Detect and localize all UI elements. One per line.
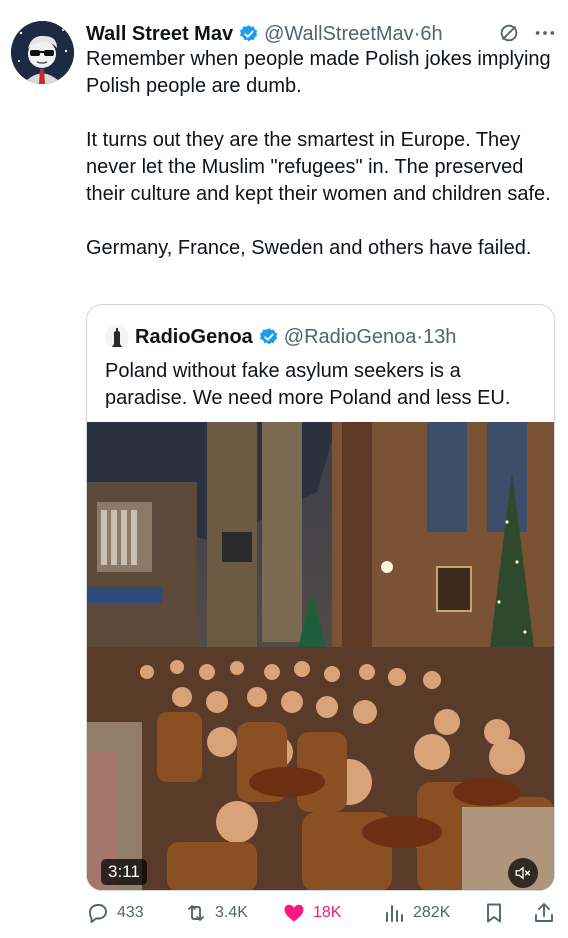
views-button[interactable]: 282K bbox=[382, 901, 450, 925]
mute-icon bbox=[515, 866, 531, 880]
video-thumbnail bbox=[87, 422, 554, 890]
tweet-header: Wall Street Mav @WallStreetMav·6h bbox=[86, 19, 556, 49]
mute-button[interactable] bbox=[508, 858, 538, 888]
video-duration: 3:11 bbox=[101, 859, 147, 885]
reply-count: 433 bbox=[117, 904, 144, 921]
retweet-icon bbox=[188, 905, 204, 921]
views-count: 282K bbox=[413, 904, 451, 921]
author-handle-time[interactable]: @WallStreetMav·6h bbox=[264, 23, 443, 46]
quote-author-name[interactable]: RadioGenoa bbox=[135, 326, 253, 349]
more-icon[interactable] bbox=[534, 22, 556, 44]
like-count: 18K bbox=[313, 904, 342, 921]
reply-button[interactable]: 433 bbox=[86, 901, 144, 925]
quoted-tweet[interactable]: RadioGenoa @RadioGenoa·13h Poland withou… bbox=[86, 304, 555, 891]
retweet-button[interactable]: 3.4K bbox=[184, 901, 248, 925]
bookmark-button[interactable] bbox=[482, 901, 513, 925]
author-name[interactable]: Wall Street Mav bbox=[86, 23, 233, 46]
verified-badge-icon bbox=[240, 25, 258, 42]
retweet-count: 3.4K bbox=[215, 904, 248, 921]
reply-icon bbox=[89, 904, 107, 923]
header-actions bbox=[498, 22, 556, 44]
tweet-text: Remember when people made Polish jokes i… bbox=[86, 48, 551, 259]
quote-author-avatar[interactable] bbox=[105, 325, 129, 349]
action-bar: 433 3.4K 18K 282K bbox=[86, 901, 556, 927]
grok-icon[interactable] bbox=[498, 22, 520, 44]
bookmark-icon bbox=[487, 903, 501, 923]
video-player[interactable]: 3:11 bbox=[87, 422, 554, 890]
share-button[interactable] bbox=[532, 901, 563, 925]
quote-author-handle-time[interactable]: @RadioGenoa·13h bbox=[284, 326, 457, 349]
quote-header: RadioGenoa @RadioGenoa·13h bbox=[105, 322, 456, 352]
author-avatar[interactable] bbox=[11, 21, 74, 84]
views-icon bbox=[386, 905, 403, 922]
share-icon bbox=[535, 903, 553, 922]
verified-badge-icon bbox=[259, 328, 277, 345]
like-icon bbox=[284, 904, 304, 922]
quote-text: Poland without fake asylum seekers is a … bbox=[105, 360, 511, 409]
like-button[interactable]: 18K bbox=[282, 901, 341, 925]
